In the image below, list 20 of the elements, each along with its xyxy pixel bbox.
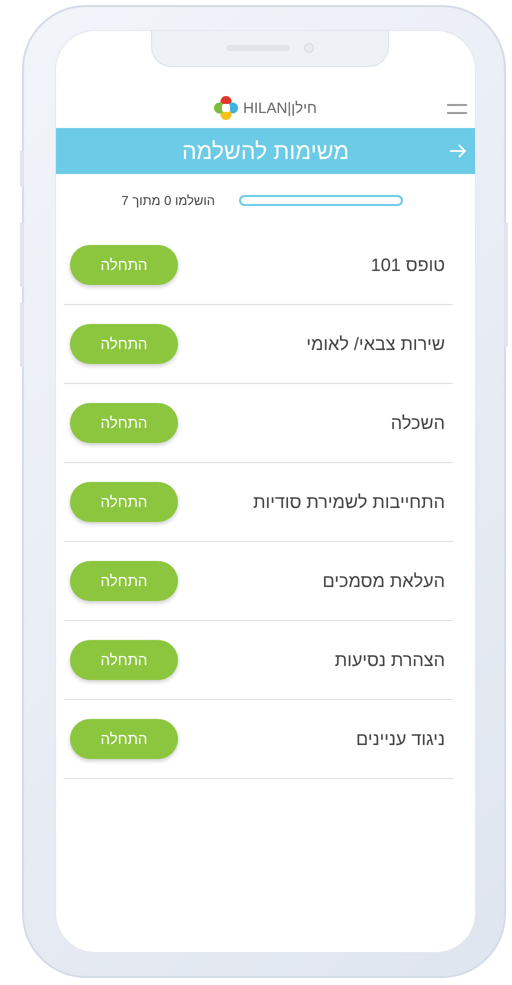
start-button[interactable]: התחלה (70, 482, 178, 522)
task-title: שירות צבאי/ לאומי (306, 334, 445, 354)
task-title: התחייבות לשמירת סודיות (253, 492, 445, 512)
start-button[interactable]: התחלה (70, 640, 178, 680)
task-title: העלאת מסמכים (322, 570, 445, 592)
task-title: השכלה (390, 412, 445, 434)
start-button[interactable]: התחלה (70, 324, 178, 364)
start-button[interactable]: התחלה (70, 245, 178, 285)
start-button[interactable]: התחלה (70, 561, 178, 601)
task-title: ניגוד עניינים (356, 728, 445, 750)
task-title: טופס 101 (370, 254, 445, 276)
start-button[interactable]: התחלה (70, 719, 178, 759)
logo-text: HILAN|חילן (243, 100, 317, 116)
page-title: משימות להשלמה (182, 138, 350, 164)
arrow-icon[interactable] (449, 143, 467, 159)
task-title: הצהרת נסיעות (334, 650, 445, 670)
logo-icon (214, 96, 238, 120)
progress-label: הושלמו 0 מתוך 7 (121, 192, 215, 208)
menu-icon[interactable] (447, 103, 467, 115)
start-button[interactable]: התחלה (70, 403, 178, 443)
